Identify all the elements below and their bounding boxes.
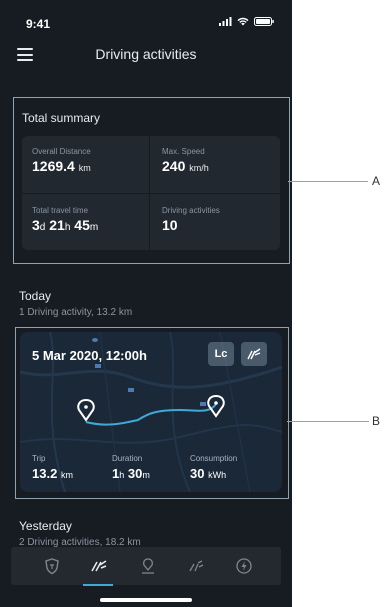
system-icons (219, 17, 274, 26)
card-highlight-frame (15, 327, 289, 499)
today-subtitle: 1 Driving activity, 13.2 km (19, 307, 133, 318)
status-bar: 9:41 (0, 0, 292, 40)
today-title: Today (19, 289, 52, 303)
signal-icon (219, 17, 232, 26)
shield-icon[interactable] (43, 557, 61, 575)
yesterday-title: Yesterday (19, 519, 72, 533)
battery-icon (254, 17, 274, 26)
callout-b-label: B (372, 414, 381, 428)
location-icon[interactable] (139, 557, 157, 575)
phone-screen: 9:41 Driving activities Total summary Ov… (0, 0, 292, 607)
callout-a-label: A (372, 174, 381, 188)
summary-highlight-frame (13, 97, 290, 264)
bottom-nav (11, 547, 281, 586)
route-icon[interactable] (90, 557, 108, 575)
lightning-icon[interactable] (235, 557, 253, 575)
road-icon[interactable] (187, 557, 205, 575)
callout-a-line (288, 181, 368, 182)
status-time: 9:41 (26, 17, 51, 31)
active-tab-indicator (83, 584, 113, 586)
callout-b-line (287, 421, 369, 422)
wifi-icon (237, 17, 249, 26)
home-indicator (100, 598, 192, 602)
top-bar: Driving activities (0, 42, 292, 72)
page-title: Driving activities (95, 46, 197, 62)
